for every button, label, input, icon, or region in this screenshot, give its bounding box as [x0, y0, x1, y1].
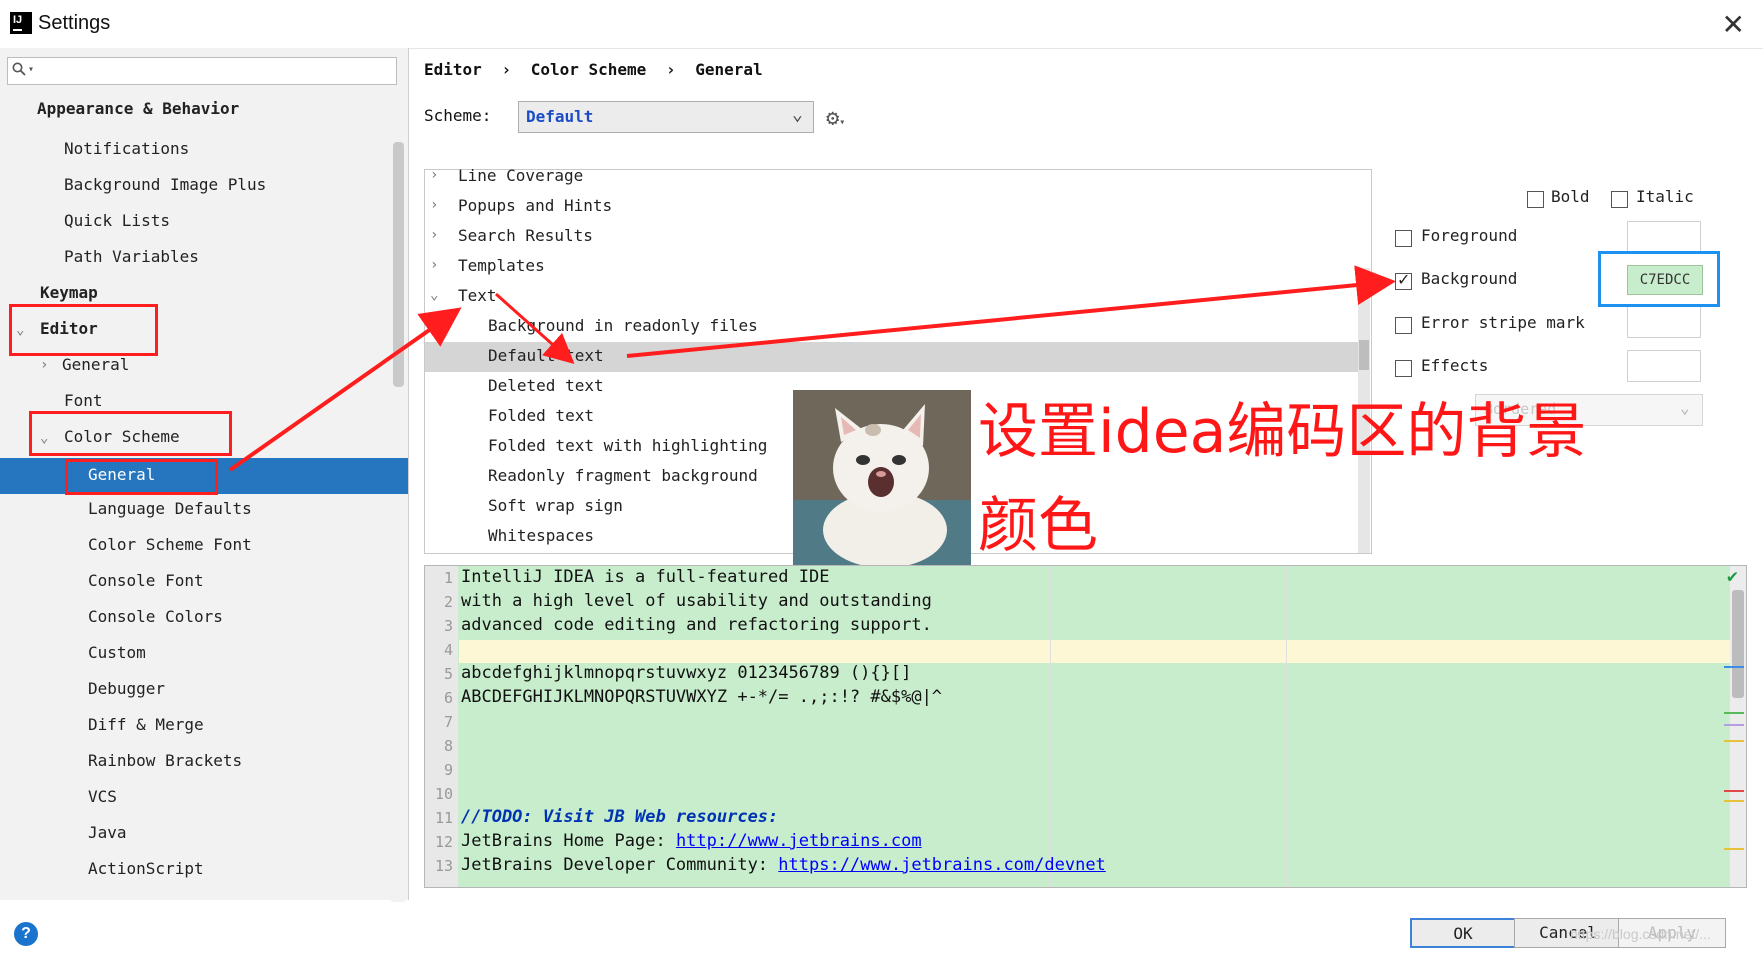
cat-meme-image [793, 390, 971, 565]
annotation-arrow [495, 292, 575, 364]
annotation-text: 设置idea编码区的背景颜色 [978, 397, 1587, 561]
annotation-arrow [228, 307, 462, 472]
annotation-arrow [626, 265, 1396, 358]
